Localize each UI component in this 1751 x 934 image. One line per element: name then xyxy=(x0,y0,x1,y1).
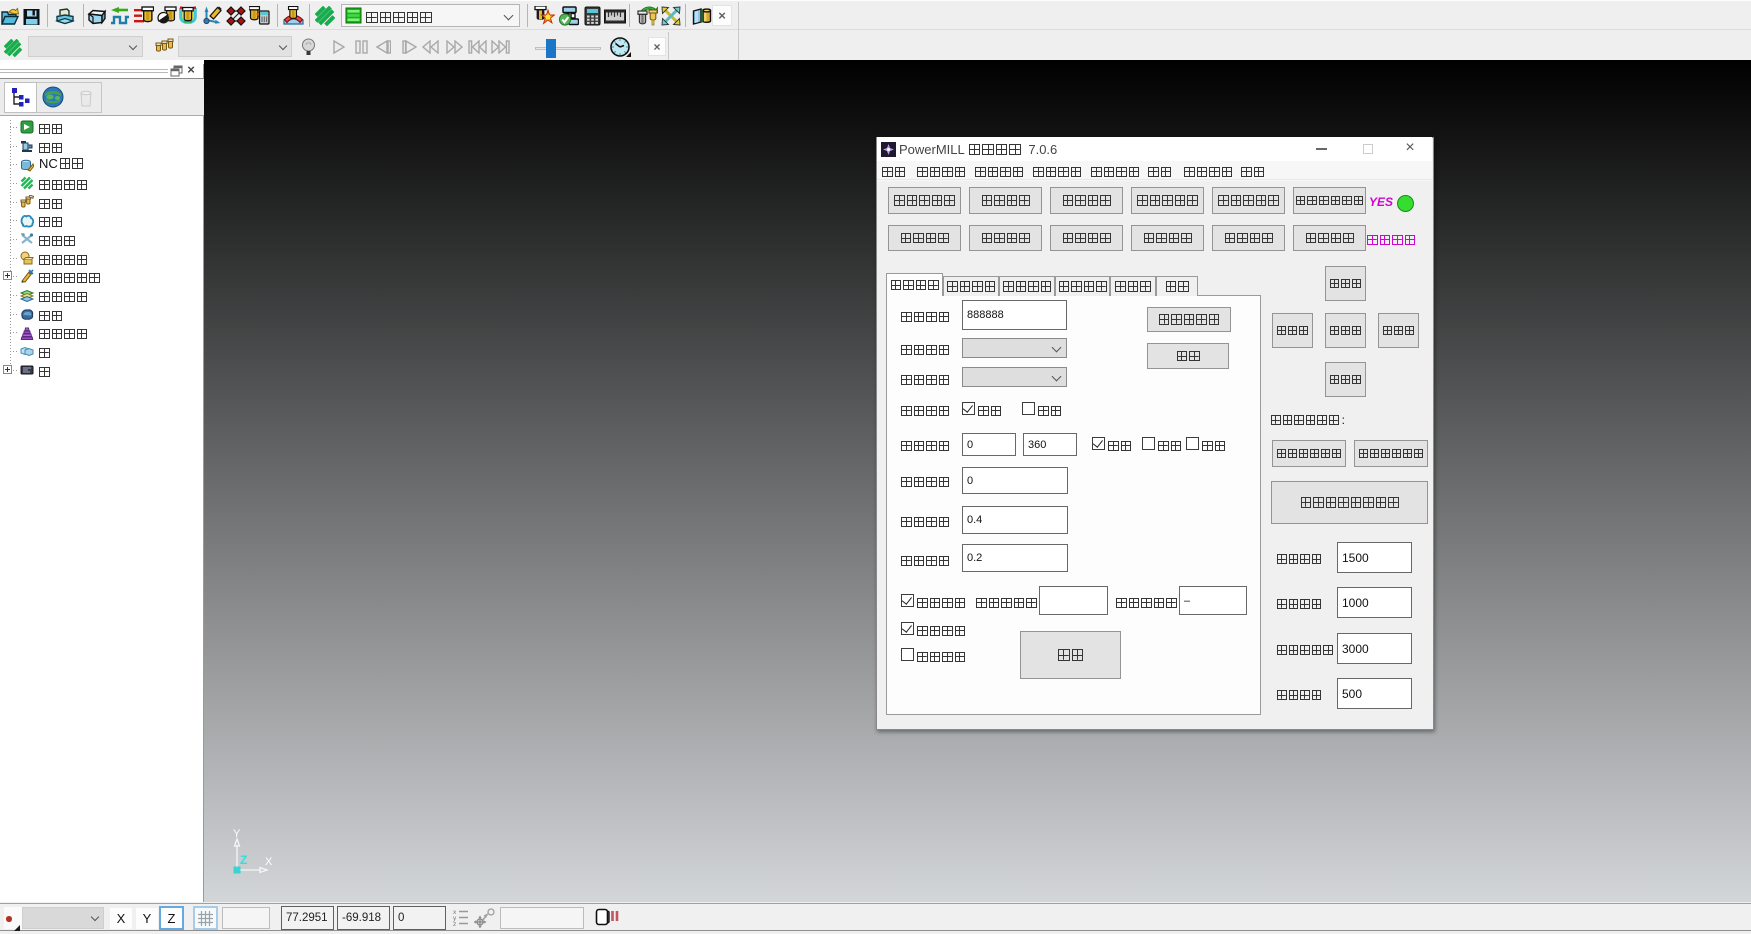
svg-text:Z: Z xyxy=(240,853,247,867)
svg-text:Y: Y xyxy=(233,828,241,840)
svg-text:X: X xyxy=(265,856,273,868)
svg-text:z: z xyxy=(453,921,456,926)
